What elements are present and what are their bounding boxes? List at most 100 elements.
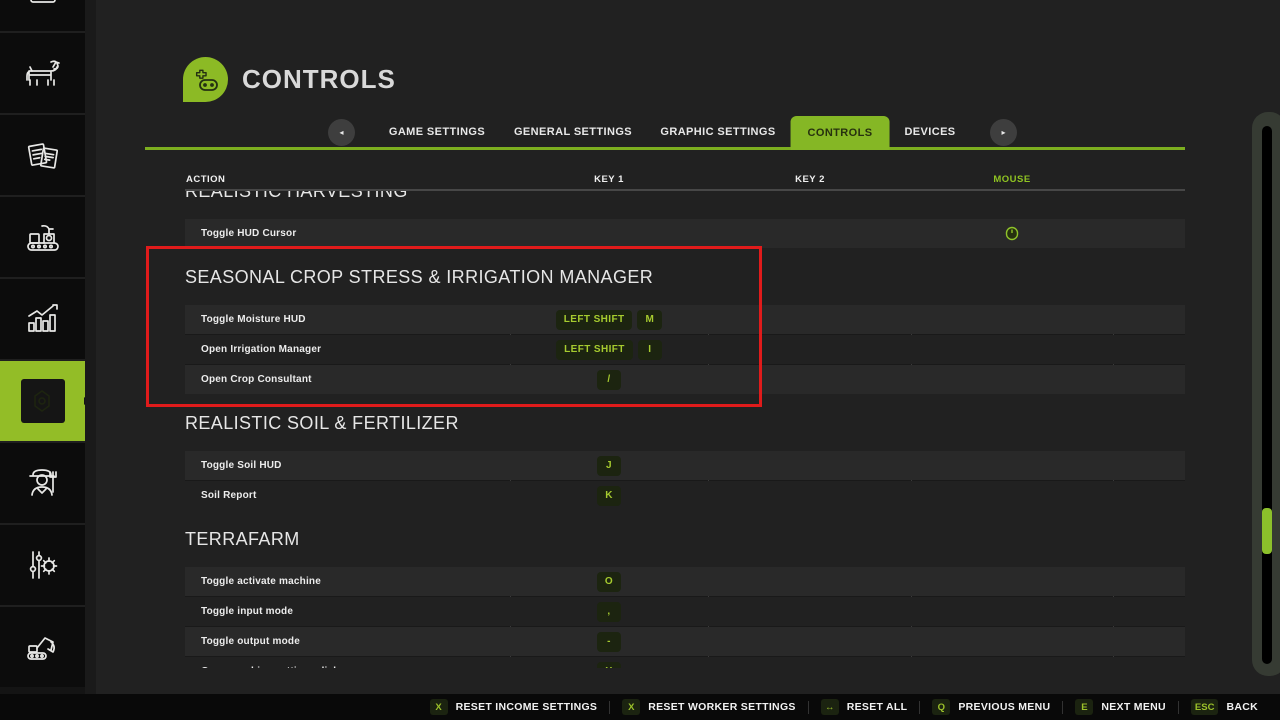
- mouse-cell[interactable]: [911, 597, 1113, 626]
- key1-cell[interactable]: ,: [510, 597, 708, 626]
- sidebar-item-terraform[interactable]: [0, 605, 85, 687]
- mouse-cell[interactable]: [911, 481, 1113, 510]
- binding-section: REALISTIC SOIL & FERTILIZER Toggle Soil H…: [185, 411, 1185, 510]
- hotkey-label: RESET ALL: [847, 701, 908, 713]
- key-badge: J: [597, 456, 621, 476]
- hotkey-label: RESET INCOME SETTINGS: [456, 701, 598, 713]
- key1-cell[interactable]: K: [510, 481, 708, 510]
- key2-cell[interactable]: [708, 335, 911, 364]
- binding-action-label: Toggle Moisture HUD: [201, 314, 306, 325]
- sidebar-item-workers[interactable]: [0, 441, 85, 523]
- hotkey-key-badge: ↔: [821, 699, 839, 715]
- key1-cell[interactable]: O: [510, 567, 708, 596]
- binding-action-label: Open machine settings dialog: [201, 666, 349, 668]
- key2-cell[interactable]: [708, 305, 911, 334]
- scrollbar-thumb[interactable]: [1262, 508, 1272, 554]
- key-badge: I: [638, 340, 662, 360]
- tab-graphic-settings[interactable]: GRAPHIC SETTINGS: [660, 116, 775, 147]
- binding-row[interactable]: Open Irrigation Manager LEFT SHIFTI: [185, 335, 1185, 364]
- hotkey-reset-income-settings[interactable]: X RESET INCOME SETTINGS: [418, 699, 610, 715]
- section-title: TERRAFARM: [185, 527, 1185, 551]
- key2-cell[interactable]: [708, 481, 911, 510]
- sidebar-item-mod-settings[interactable]: [0, 523, 85, 605]
- key2-cell[interactable]: [708, 657, 911, 668]
- key2-cell[interactable]: [708, 219, 911, 248]
- binding-row[interactable]: Toggle Soil HUD J: [185, 451, 1185, 480]
- tab-game-settings[interactable]: GAME SETTINGS: [389, 116, 485, 147]
- key2-cell[interactable]: [708, 567, 911, 596]
- tab-controls[interactable]: CONTROLS: [791, 116, 890, 150]
- mouse-cell[interactable]: [911, 657, 1113, 668]
- section-rows: Toggle Moisture HUDLEFT SHIFTMOpen Irrig…: [185, 305, 1185, 394]
- key1-cell[interactable]: -: [510, 627, 708, 656]
- binding-row[interactable]: Toggle activate machineO: [185, 567, 1185, 596]
- tabbar-underline: [145, 147, 1185, 150]
- binding-action-label: Open Irrigation Manager: [201, 344, 321, 355]
- mod-settings-icon: [20, 542, 66, 588]
- key-badge: M: [637, 310, 662, 330]
- key-badge: O: [597, 572, 621, 592]
- hotkey-label: RESET WORKER SETTINGS: [648, 701, 795, 713]
- binding-row[interactable]: Toggle Moisture HUD LEFT SHIFTM: [185, 305, 1185, 334]
- mouse-cell[interactable]: [911, 335, 1113, 364]
- key-badge: K: [597, 486, 621, 506]
- bindings-table: REALISTIC HARVESTINGToggle HUD CursorSEA…: [185, 191, 1185, 668]
- section-title: REALISTIC SOIL & FERTILIZER: [185, 411, 1185, 435]
- key-badge: LEFT SHIFT: [556, 340, 633, 360]
- sidebar-item-animals[interactable]: [0, 31, 85, 113]
- tabs-prev-button[interactable]: ◂: [328, 119, 355, 146]
- hotkey-back[interactable]: ESCBACK: [1179, 699, 1270, 715]
- binding-row[interactable]: Open Crop Consultant/: [185, 365, 1185, 394]
- mouse-cell[interactable]: [911, 219, 1113, 248]
- sidebar-item-settings[interactable]: [0, 359, 85, 441]
- binding-row[interactable]: Toggle HUD Cursor: [185, 219, 1185, 248]
- key-badge: ,: [597, 602, 621, 622]
- tab-devices[interactable]: DEVICES: [904, 116, 955, 147]
- binding-row[interactable]: Open machine settings dialog Y: [185, 657, 1185, 668]
- key1-cell[interactable]: Y: [510, 657, 708, 668]
- tabs-next-button[interactable]: ▸: [990, 119, 1017, 146]
- mouse-cell[interactable]: [911, 305, 1113, 334]
- key1-cell[interactable]: J: [510, 451, 708, 480]
- key2-cell[interactable]: [708, 597, 911, 626]
- mouse-icon: [1005, 226, 1019, 241]
- chevron-left-icon: ◂: [339, 129, 343, 137]
- column-header-action: ACTION: [186, 174, 225, 185]
- settings-icon: [26, 384, 60, 418]
- hotkey-key-badge: ESC: [1191, 699, 1219, 715]
- binding-row[interactable]: Toggle input mode,: [185, 597, 1185, 626]
- mouse-cell[interactable]: [911, 627, 1113, 656]
- key1-cell[interactable]: [510, 219, 708, 248]
- key1-cell[interactable]: LEFT SHIFTM: [510, 305, 708, 334]
- hotkey-next-menu[interactable]: E NEXT MENU: [1063, 699, 1178, 715]
- hotkey-key-badge: X: [430, 699, 448, 715]
- scrollbar-track[interactable]: [1262, 126, 1272, 664]
- sidebar-item-money[interactable]: [0, 0, 85, 31]
- contracts-icon: [20, 132, 66, 178]
- animals-icon: [20, 50, 66, 96]
- key1-cell[interactable]: LEFT SHIFTI: [510, 335, 708, 364]
- sidebar-item-statistics[interactable]: [0, 277, 85, 359]
- mouse-cell[interactable]: [911, 451, 1113, 480]
- key-badge: /: [597, 370, 621, 390]
- bindings-scroll-area[interactable]: REALISTIC HARVESTINGToggle HUD CursorSEA…: [185, 191, 1185, 668]
- hotkey-reset-worker-settings[interactable]: XRESET WORKER SETTINGS: [610, 699, 807, 715]
- binding-row[interactable]: Toggle output mode-: [185, 627, 1185, 656]
- sidebar-item-production[interactable]: [0, 195, 85, 277]
- hotkey-previous-menu[interactable]: QPREVIOUS MENU: [920, 699, 1062, 715]
- mouse-cell[interactable]: [911, 365, 1113, 394]
- hotkey-reset-all[interactable]: ↔ RESET ALL: [809, 699, 920, 715]
- key2-cell[interactable]: [708, 451, 911, 480]
- binding-row[interactable]: Soil ReportK: [185, 481, 1185, 510]
- hotkey-key-badge: E: [1075, 699, 1093, 715]
- binding-action-label: Toggle HUD Cursor: [201, 228, 296, 239]
- key2-cell[interactable]: [708, 365, 911, 394]
- tab-general-settings[interactable]: GENERAL SETTINGS: [514, 116, 632, 147]
- key-badge: -: [597, 632, 621, 652]
- binding-action-label: Toggle Soil HUD: [201, 460, 282, 471]
- sidebar-item-contracts[interactable]: [0, 113, 85, 195]
- mouse-cell[interactable]: [911, 567, 1113, 596]
- key1-cell[interactable]: /: [510, 365, 708, 394]
- key2-cell[interactable]: [708, 627, 911, 656]
- hotkey-label: NEXT MENU: [1101, 701, 1166, 713]
